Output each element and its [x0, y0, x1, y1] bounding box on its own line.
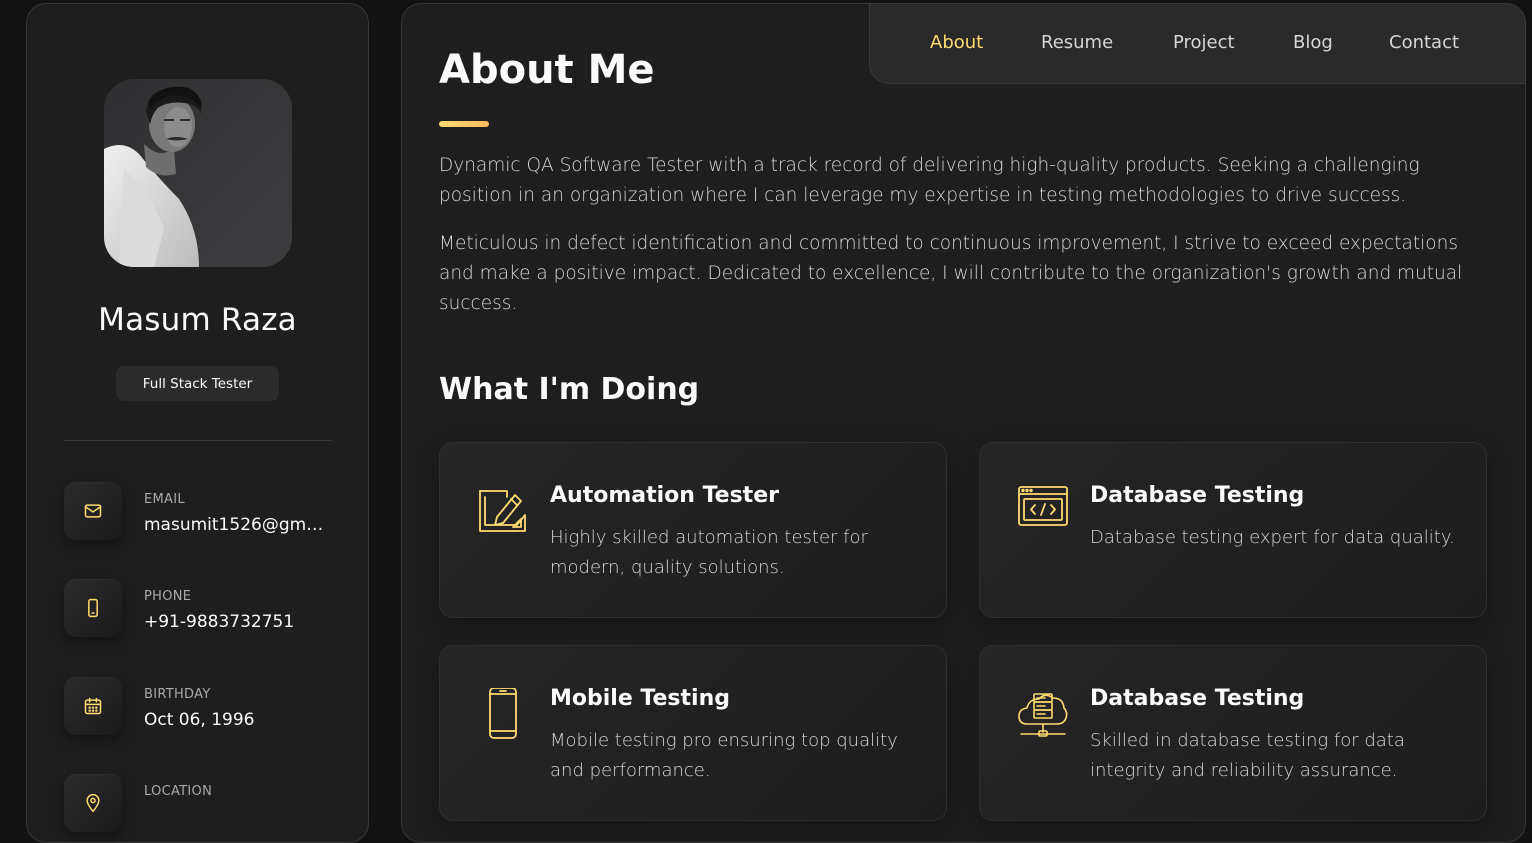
service-card: Automation Tester Highly skilled automat…	[439, 442, 947, 618]
services-title: What I'm Doing	[439, 372, 700, 407]
nav-link-project[interactable]: Project	[1173, 32, 1235, 53]
contact-label: EMAIL	[144, 492, 185, 507]
mail-icon-box	[64, 482, 122, 540]
service-card: Mobile Testing Mobile testing pro ensuri…	[439, 645, 947, 821]
page-title: About Me	[439, 47, 655, 93]
email-link[interactable]: masumit1526@gma...	[144, 515, 332, 535]
design-tools-icon	[479, 490, 526, 532]
phone-icon-box	[64, 579, 122, 637]
contact-location: LOCATION	[64, 774, 354, 834]
contact-label: LOCATION	[144, 784, 213, 799]
calendar-icon-box	[64, 677, 122, 735]
phone-link[interactable]: +91-9883732751	[144, 612, 332, 632]
birthday-value: Oct 06, 1996	[144, 710, 255, 730]
location-icon-box	[64, 774, 122, 832]
calendar-icon	[84, 697, 102, 715]
service-title: Automation Tester	[550, 483, 779, 508]
sidebar: Masum Raza Full Stack Tester EMAIL masum…	[26, 3, 369, 843]
title-underline	[439, 121, 489, 127]
nav-link-resume[interactable]: Resume	[1041, 32, 1113, 53]
smartphone-icon	[489, 688, 517, 739]
phone-icon	[88, 598, 98, 618]
service-text: Highly skilled automation tester for mod…	[550, 527, 868, 578]
nav-link-blog[interactable]: Blog	[1293, 32, 1333, 53]
contact-phone: PHONE +91-9883732751	[64, 579, 354, 639]
avatar	[104, 79, 292, 267]
mail-icon	[84, 504, 102, 518]
contact-label: PHONE	[144, 589, 192, 604]
service-text: Skilled in database testing for data int…	[1090, 730, 1405, 781]
nav-link-contact[interactable]: Contact	[1389, 32, 1459, 53]
profile-name: Masum Raza	[98, 302, 297, 338]
about-paragraph: Dynamic QA Software Tester with a track …	[439, 155, 1420, 206]
cloud-server-icon	[1018, 693, 1068, 737]
service-text: Database testing expert for data quality…	[1090, 527, 1455, 548]
service-card: Database Testing Skilled in database tes…	[979, 645, 1487, 821]
contact-label: BIRTHDAY	[144, 687, 211, 702]
nav-link-about[interactable]: About	[930, 32, 983, 53]
contact-birthday: BIRTHDAY Oct 06, 1996	[64, 677, 354, 737]
sidebar-separator	[64, 440, 332, 441]
service-title: Database Testing	[1090, 483, 1305, 508]
contact-email: EMAIL masumit1526@gma...	[64, 482, 354, 542]
profile-title-badge: Full Stack Tester	[116, 366, 279, 401]
service-text: Mobile testing pro ensuring top quality …	[550, 730, 898, 781]
about-paragraph: Meticulous in defect identification and …	[439, 233, 1463, 314]
navbar: About Resume Project Blog Contact	[869, 3, 1526, 84]
code-window-icon	[1018, 486, 1068, 526]
service-card: Database Testing Database testing expert…	[979, 442, 1487, 618]
service-title: Mobile Testing	[550, 686, 730, 711]
profile-photo	[104, 86, 202, 267]
service-title: Database Testing	[1090, 686, 1305, 711]
